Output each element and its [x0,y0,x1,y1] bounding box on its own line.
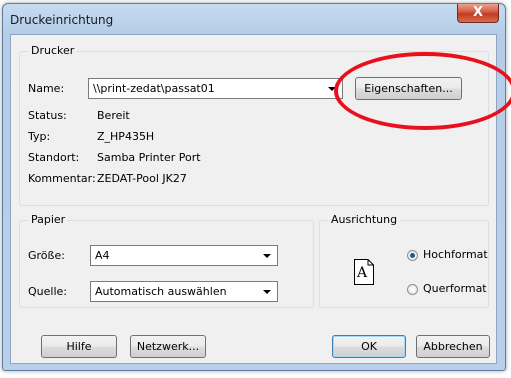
type-value: Z_HP435H [97,130,155,143]
type-label: Typ: [28,130,51,143]
portrait-page-icon: A [354,259,374,285]
status-value: Bereit [97,109,130,122]
paper-size-value: A4 [95,249,110,262]
comment-label: Kommentar: [28,172,96,185]
printer-group: Drucker Name: \\print-zedat\passat01 Eig… [19,44,489,206]
paper-size-select[interactable]: A4 [90,245,278,266]
chevron-down-icon [328,87,336,91]
portrait-label[interactable]: Hochformat [423,248,488,261]
paper-source-select[interactable]: Automatisch auswählen [90,281,278,302]
title-bar[interactable]: Druckeinrichtung X [3,4,505,34]
chevron-down-icon [263,254,271,258]
dialog-client-area: Drucker Name: \\print-zedat\passat01 Eig… [10,34,497,364]
properties-button[interactable]: Eigenschaften... [355,77,462,100]
location-value: Samba Printer Port [97,151,201,164]
help-button[interactable]: Hilfe [41,335,117,358]
landscape-radio[interactable] [407,284,418,295]
printer-name-select[interactable]: \\print-zedat\passat01 [88,78,343,99]
portrait-radio[interactable] [407,250,418,261]
window-title: Druckeinrichtung [10,13,114,27]
orientation-group: Ausrichtung A Hochformat Querformat [319,213,489,308]
paper-group-label: Papier [28,213,69,226]
status-label: Status: [28,109,67,122]
print-setup-dialog: Druckeinrichtung X Drucker Name: \\print… [2,3,506,371]
paper-size-label: Größe: [28,249,65,262]
location-label: Standort: [28,151,80,164]
printer-name-value: \\print-zedat\passat01 [93,82,215,95]
paper-source-value: Automatisch auswählen [95,285,227,298]
close-icon: X [472,5,484,20]
chevron-down-icon [263,290,271,294]
cancel-button[interactable]: Abbrechen [416,335,490,358]
printer-name-label: Name: [28,82,65,95]
network-button[interactable]: Netzwerk... [130,335,206,358]
close-button[interactable]: X [457,4,499,23]
ok-button[interactable]: OK [332,335,406,358]
orientation-group-label: Ausrichtung [328,213,401,226]
comment-value: ZEDAT-Pool JK27 [97,172,187,185]
paper-group: Papier Größe: A4 Quelle: Automatisch aus… [19,213,314,308]
landscape-label[interactable]: Querformat [423,282,487,295]
page-icon-letter: A [357,265,368,281]
paper-source-label: Quelle: [28,285,67,298]
printer-group-label: Drucker [28,44,78,57]
